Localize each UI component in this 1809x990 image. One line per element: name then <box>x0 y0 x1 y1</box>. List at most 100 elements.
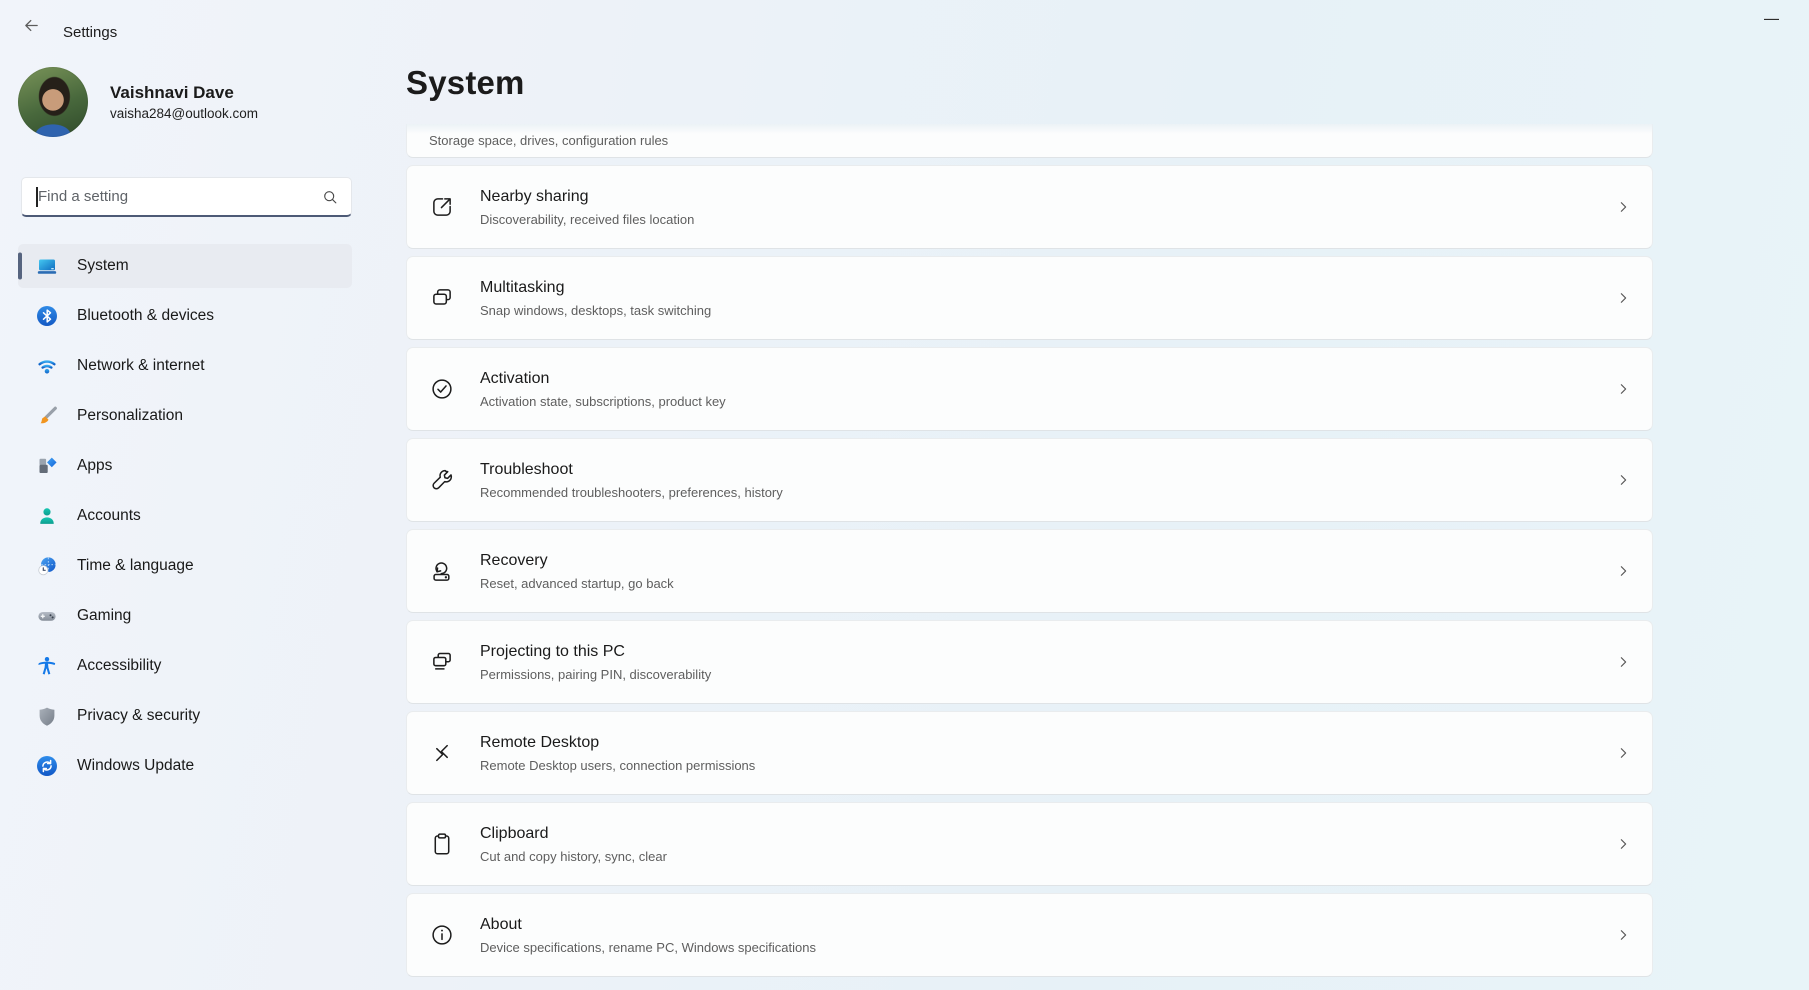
card-text: Projecting to this PC Permissions, pairi… <box>480 641 711 683</box>
remote-desktop-icon <box>429 740 455 766</box>
search-box[interactable] <box>21 177 352 217</box>
back-button[interactable] <box>14 15 48 39</box>
card-title: Clipboard <box>480 823 667 844</box>
personalization-icon <box>35 404 59 428</box>
back-arrow-icon <box>23 17 40 34</box>
card-subtitle: Device specifications, rename PC, Window… <box>480 939 816 956</box>
sidebar-item-time-language[interactable]: Time & language <box>18 544 352 588</box>
clipboard-icon <box>429 831 455 857</box>
privacy-security-icon <box>35 704 59 728</box>
sidebar-item-label: Accounts <box>77 507 141 525</box>
card-subtitle: Discoverability, received files location <box>480 211 694 228</box>
card-title: Remote Desktop <box>480 732 755 753</box>
chevron-right-icon <box>1615 199 1632 216</box>
card-storage[interactable]: Storage space, drives, configuration rul… <box>406 124 1653 158</box>
sidebar-item-label: Accessibility <box>77 657 161 675</box>
minimize-button[interactable] <box>1749 6 1793 32</box>
sidebar-item-label: Gaming <box>77 607 131 625</box>
sidebar-item-label: Apps <box>77 457 112 475</box>
apps-icon <box>35 454 59 478</box>
card-text: Activation Activation state, subscriptio… <box>480 368 726 410</box>
card-remote-desktop[interactable]: Remote Desktop Remote Desktop users, con… <box>406 711 1653 795</box>
card-title: Troubleshoot <box>480 459 783 480</box>
multitasking-icon <box>429 285 455 311</box>
card-text: Nearby sharing Discoverability, received… <box>480 186 694 228</box>
settings-list: Storage space, drives, configuration rul… <box>406 124 1653 990</box>
nearby-sharing-icon <box>429 194 455 220</box>
card-clipboard[interactable]: Clipboard Cut and copy history, sync, cl… <box>406 802 1653 886</box>
system-icon <box>35 254 59 278</box>
profile-email: vaisha284@outlook.com <box>110 106 258 121</box>
sidebar-item-windows-update[interactable]: Windows Update <box>18 744 352 788</box>
card-text: Remote Desktop Remote Desktop users, con… <box>480 732 755 774</box>
sidebar-item-label: Windows Update <box>77 757 194 775</box>
search-input[interactable] <box>38 178 318 214</box>
card-subtitle: Reset, advanced startup, go back <box>480 575 674 592</box>
chevron-right-icon <box>1615 472 1632 489</box>
sidebar-item-privacy-security[interactable]: Privacy & security <box>18 694 352 738</box>
sidebar-item-personalization[interactable]: Personalization <box>18 394 352 438</box>
card-title: Nearby sharing <box>480 186 694 207</box>
sidebar-item-label: Privacy & security <box>77 707 200 725</box>
about-icon <box>429 922 455 948</box>
minimize-icon <box>1764 18 1779 20</box>
chevron-right-icon <box>1615 381 1632 398</box>
troubleshoot-icon <box>429 467 455 493</box>
sidebar-item-network[interactable]: Network & internet <box>18 344 352 388</box>
sidebar-item-label: Time & language <box>77 557 194 575</box>
bluetooth-icon <box>35 304 59 328</box>
profile-header[interactable]: Vaishnavi Dave vaisha284@outlook.com <box>18 67 352 139</box>
time-language-icon <box>35 554 59 578</box>
chevron-right-icon <box>1615 563 1632 580</box>
card-text: Troubleshoot Recommended troubleshooters… <box>480 459 783 501</box>
chevron-right-icon <box>1615 290 1632 307</box>
app-title: Settings <box>63 24 117 41</box>
card-text: Clipboard Cut and copy history, sync, cl… <box>480 823 667 865</box>
card-title: Recovery <box>480 550 674 571</box>
accessibility-icon <box>35 654 59 678</box>
search-icon <box>322 189 338 205</box>
recovery-icon <box>429 558 455 584</box>
chevron-right-icon <box>1615 745 1632 762</box>
titlebar: Settings <box>0 0 1809 48</box>
card-text: Multitasking Snap windows, desktops, tas… <box>480 277 711 319</box>
card-subtitle: Cut and copy history, sync, clear <box>480 848 667 865</box>
sidebar-item-label: Network & internet <box>77 357 205 375</box>
sidebar-item-system[interactable]: System <box>18 244 352 288</box>
card-nearby-sharing[interactable]: Nearby sharing Discoverability, received… <box>406 165 1653 249</box>
accounts-icon <box>35 504 59 528</box>
card-subtitle: Snap windows, desktops, task switching <box>480 302 711 319</box>
card-title: Activation <box>480 368 726 389</box>
card-troubleshoot[interactable]: Troubleshoot Recommended troubleshooters… <box>406 438 1653 522</box>
sidebar-item-label: System <box>77 257 129 275</box>
activation-icon <box>429 376 455 402</box>
network-icon <box>35 354 59 378</box>
sidebar-item-label: Bluetooth & devices <box>77 307 214 325</box>
card-multitasking[interactable]: Multitasking Snap windows, desktops, tas… <box>406 256 1653 340</box>
card-about[interactable]: About Device specifications, rename PC, … <box>406 893 1653 977</box>
sidebar-item-accessibility[interactable]: Accessibility <box>18 644 352 688</box>
sidebar-item-bluetooth[interactable]: Bluetooth & devices <box>18 294 352 338</box>
page-title: System <box>406 64 525 102</box>
chevron-right-icon <box>1615 927 1632 944</box>
sidebar-item-gaming[interactable]: Gaming <box>18 594 352 638</box>
profile-name: Vaishnavi Dave <box>110 83 234 103</box>
card-subtitle: Recommended troubleshooters, preferences… <box>480 484 783 501</box>
projecting-icon <box>429 649 455 675</box>
card-text: Storage space, drives, configuration rul… <box>429 124 668 149</box>
chevron-right-icon <box>1615 654 1632 671</box>
sidebar-item-apps[interactable]: Apps <box>18 444 352 488</box>
card-subtitle: Storage space, drives, configuration rul… <box>429 132 668 149</box>
card-subtitle: Permissions, pairing PIN, discoverabilit… <box>480 666 711 683</box>
avatar <box>18 67 88 137</box>
card-recovery[interactable]: Recovery Reset, advanced startup, go bac… <box>406 529 1653 613</box>
card-text: Recovery Reset, advanced startup, go bac… <box>480 550 674 592</box>
card-title: About <box>480 914 816 935</box>
card-activation[interactable]: Activation Activation state, subscriptio… <box>406 347 1653 431</box>
card-subtitle: Remote Desktop users, connection permiss… <box>480 757 755 774</box>
gaming-icon <box>35 604 59 628</box>
sidebar-item-accounts[interactable]: Accounts <box>18 494 352 538</box>
windows-update-icon <box>35 754 59 778</box>
card-projecting[interactable]: Projecting to this PC Permissions, pairi… <box>406 620 1653 704</box>
card-text: About Device specifications, rename PC, … <box>480 914 816 956</box>
